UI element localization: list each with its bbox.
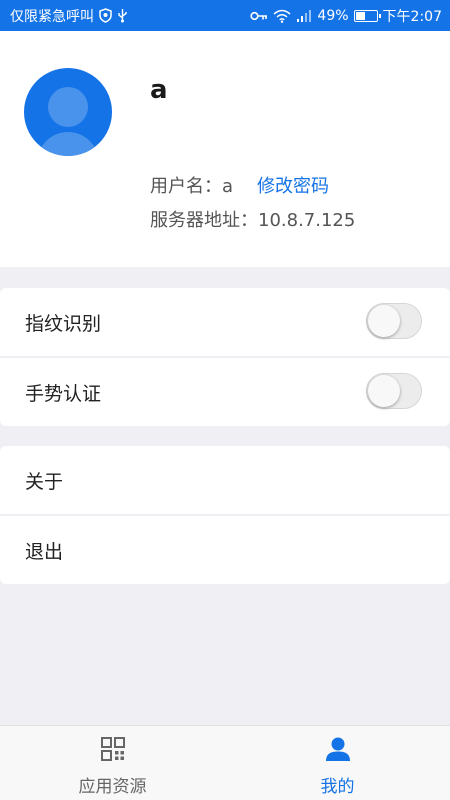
username-label: 用户名： <box>150 176 222 197</box>
security-settings-group: 指纹识别 手势认证 <box>0 288 450 426</box>
tab-app-resources[interactable]: 应用资源 <box>0 726 225 800</box>
clock: 下午2:07 <box>382 8 442 25</box>
logout-item[interactable]: 退出 <box>0 516 450 584</box>
gesture-toggle[interactable] <box>366 373 422 409</box>
gesture-label: 手势认证 <box>25 382 102 405</box>
status-bar: 仅限紧急呼叫 49% 下午2:07 <box>0 0 450 31</box>
fingerprint-label: 指纹识别 <box>25 312 102 335</box>
fingerprint-toggle[interactable] <box>366 303 422 339</box>
battery-percent: 49% <box>317 7 349 24</box>
username-row: 用户名： a 修改密码 <box>150 172 329 198</box>
server-label: 服务器地址： <box>150 210 258 231</box>
toggle-knob <box>368 305 400 337</box>
tab-mine[interactable]: 我的 <box>225 726 450 800</box>
key-icon <box>250 11 268 21</box>
avatar-body-shape <box>37 132 99 156</box>
server-value: 10.8.7.125 <box>258 210 356 231</box>
username-value: a <box>222 176 234 197</box>
bottom-nav: 应用资源 我的 <box>0 725 450 800</box>
toggle-knob <box>368 375 400 407</box>
profile-name: a <box>150 75 168 105</box>
change-password-link[interactable]: 修改密码 <box>257 172 329 198</box>
profile-card: a 用户名： a 修改密码 服务器地址： 10.8.7.125 <box>0 31 450 267</box>
grid-icon <box>100 736 126 766</box>
battery-icon <box>353 9 381 22</box>
fingerprint-setting[interactable]: 指纹识别 <box>0 288 450 356</box>
server-row: 服务器地址： 10.8.7.125 <box>150 206 355 232</box>
signal-icon <box>296 9 312 23</box>
tab-app-resources-label: 应用资源 <box>78 777 147 797</box>
about-label: 关于 <box>25 470 64 493</box>
status-left: 仅限紧急呼叫 <box>10 6 128 26</box>
usb-icon <box>117 8 128 23</box>
person-icon <box>325 736 351 766</box>
logout-label: 退出 <box>25 540 64 563</box>
status-right: 49% 下午2:07 <box>250 6 442 26</box>
battery-fill <box>355 11 366 20</box>
gesture-setting[interactable]: 手势认证 <box>0 358 450 426</box>
about-item[interactable]: 关于 <box>0 446 450 514</box>
shield-icon <box>99 8 112 23</box>
tab-mine-label: 我的 <box>320 777 355 797</box>
avatar-head-shape <box>48 87 88 127</box>
wifi-icon <box>273 9 291 23</box>
avatar[interactable] <box>24 68 112 156</box>
general-settings-group: 关于 退出 <box>0 446 450 584</box>
carrier-text: 仅限紧急呼叫 <box>10 8 94 25</box>
